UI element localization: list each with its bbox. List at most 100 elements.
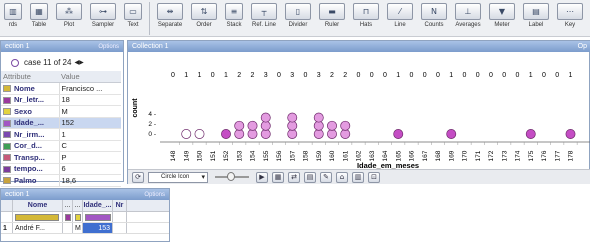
row-idade-selected[interactable]: 153 — [83, 223, 113, 233]
case-nav-arrows-icon[interactable]: ◀▶ — [74, 59, 83, 66]
data-point[interactable] — [247, 129, 258, 139]
attribute-value[interactable]: 6 — [58, 163, 121, 175]
graph-tool-icon[interactable]: ⊡ — [368, 171, 380, 183]
attribute-name[interactable]: Nr_letr... — [1, 94, 59, 106]
table-header-col[interactable]: ... — [63, 200, 73, 211]
tool-stack-button[interactable]: ≡ Stack — [225, 3, 243, 28]
attribute-row[interactable]: tempo... 6 — [1, 163, 121, 175]
data-point[interactable] — [181, 129, 192, 139]
tool-plot-button[interactable]: ⁂ Plot — [56, 3, 82, 28]
data-point[interactable] — [340, 129, 351, 139]
attribute-value[interactable]: 152 — [58, 117, 121, 129]
table-title-bar[interactable]: ection 1 Options — [1, 189, 169, 200]
table-header-idade[interactable]: Idade_... — [83, 200, 113, 211]
data-point[interactable] — [234, 129, 245, 139]
data-point[interactable] — [194, 129, 205, 139]
data-point[interactable] — [313, 120, 324, 131]
tool-rds-button[interactable]: ▥ rds — [4, 3, 22, 28]
attribute-row[interactable]: Transp... P — [1, 151, 121, 164]
case-radio-icon[interactable] — [11, 58, 19, 67]
data-point[interactable] — [327, 120, 337, 131]
data-point[interactable] — [446, 129, 457, 139]
graph-tool-icon[interactable]: ▦ — [272, 171, 284, 183]
attribute-row[interactable]: Nr_letr... 18 — [1, 94, 121, 106]
table-options-button[interactable]: Options — [144, 192, 165, 198]
tool-label-button[interactable]: ▤ Label — [523, 3, 549, 28]
data-point[interactable] — [340, 120, 351, 131]
attribute-value[interactable]: C — [58, 140, 121, 152]
attribute-row[interactable]: Nr_irm... 1 — [1, 128, 121, 141]
attribute-name[interactable]: Nr_irm... — [1, 128, 59, 141]
data-point[interactable] — [260, 129, 271, 139]
case-card-title-bar[interactable]: ection 1 Options — [1, 41, 123, 52]
tool-line-button[interactable]: ⁄ Line — [387, 3, 413, 28]
row-sexo[interactable]: M — [73, 223, 83, 233]
attribute-row[interactable]: Nome Francisco ... — [1, 82, 121, 95]
data-point[interactable] — [313, 129, 324, 139]
attribute-value[interactable]: 18 — [58, 94, 121, 106]
attribute-name[interactable]: Transp... — [1, 151, 59, 164]
data-point[interactable] — [234, 120, 245, 131]
tool-separate-button[interactable]: ⇹ Separate — [157, 3, 183, 28]
data-point[interactable] — [565, 129, 576, 139]
graph-tool-icon[interactable]: ⇄ — [288, 171, 300, 183]
data-point[interactable] — [327, 129, 337, 139]
tool-order-button[interactable]: ⇅ Order — [191, 3, 217, 28]
tool-sampler-button[interactable]: ⊶ Sampler — [90, 3, 116, 28]
case-card-options-button[interactable]: Options — [98, 44, 119, 50]
table-header-nome[interactable]: Nome — [13, 200, 63, 211]
data-point[interactable] — [393, 129, 404, 139]
table-header-nr[interactable]: Nr — [113, 200, 127, 211]
tool-text-button[interactable]: ▭ Text — [124, 3, 142, 28]
data-point[interactable] — [260, 112, 271, 123]
tool-hats-button[interactable]: ⊓ Hats — [353, 3, 379, 28]
attribute-row[interactable]: Palmo 18,6 — [1, 174, 121, 187]
data-point[interactable] — [221, 129, 231, 139]
attribute-row[interactable]: Idade_... 152 — [1, 117, 121, 129]
graph-tool-icon[interactable]: ⌂ — [336, 171, 348, 183]
slider-knob[interactable] — [227, 172, 235, 181]
data-point[interactable] — [247, 120, 258, 131]
attribute-name[interactable]: Idade_... — [1, 117, 59, 129]
attribute-name[interactable]: Sexo — [1, 105, 59, 118]
point-size-slider[interactable] — [215, 172, 249, 181]
graph-tool-icon[interactable]: ▤ — [304, 171, 316, 183]
tool-ref-line-button[interactable]: ┬ Ref. Line — [251, 3, 277, 28]
tool-meter-button[interactable]: ▼ Meter — [489, 3, 515, 28]
refresh-icon[interactable]: ⟳ — [132, 171, 144, 183]
data-point[interactable] — [287, 120, 298, 131]
attribute-row[interactable]: Sexo M — [1, 105, 121, 118]
graph-options-button[interactable]: Op — [578, 43, 587, 50]
data-point[interactable] — [260, 120, 271, 131]
dot-plot[interactable]: count 4 - 2 - 0 - 148 0 149 1 150 1 151 0 152 1 153 2 15… — [128, 52, 590, 169]
tool-divider-button[interactable]: ▯ Divider — [285, 3, 311, 28]
graph-title-bar[interactable]: Collection 1 Op — [128, 41, 590, 52]
tool-key-button[interactable]: ⋯ Key — [557, 3, 583, 28]
tool-counts-button[interactable]: N Counts — [421, 3, 447, 28]
graph-tool-icon[interactable]: ▥ — [352, 171, 364, 183]
play-icon[interactable]: ▶ — [256, 171, 268, 183]
attribute-value[interactable]: M — [58, 105, 121, 118]
table-row[interactable]: 1 André F... M 153 — [1, 223, 169, 234]
pencil-icon[interactable]: ✎ — [320, 171, 332, 183]
attribute-value[interactable]: Francisco ... — [58, 82, 121, 95]
attribute-row[interactable]: Cor_d... C — [1, 140, 121, 152]
data-point[interactable] — [287, 112, 298, 123]
attribute-name[interactable]: Cor_d... — [1, 140, 59, 152]
data-point[interactable] — [525, 129, 536, 139]
attribute-value[interactable]: 1 — [58, 128, 121, 141]
tool-ruler-button[interactable]: ▬ Ruler — [319, 3, 345, 28]
attribute-value[interactable]: P — [58, 151, 121, 164]
attribute-value[interactable]: 18,6 — [58, 174, 121, 187]
attribute-name[interactable]: Palmo — [1, 174, 59, 187]
tool-table-button[interactable]: ▦ Table — [30, 3, 48, 28]
row-cell[interactable] — [63, 223, 73, 233]
data-point[interactable] — [287, 129, 298, 139]
attribute-name[interactable]: tempo... — [1, 163, 59, 175]
table-header-col[interactable]: ... — [73, 200, 83, 211]
tool-averages-button[interactable]: ⊥ Averages — [455, 3, 481, 28]
row-nome[interactable]: André F... — [13, 223, 63, 233]
point-style-select[interactable]: Circle Icon — [148, 171, 208, 183]
row-nr[interactable] — [113, 223, 127, 233]
data-point[interactable] — [313, 112, 324, 123]
